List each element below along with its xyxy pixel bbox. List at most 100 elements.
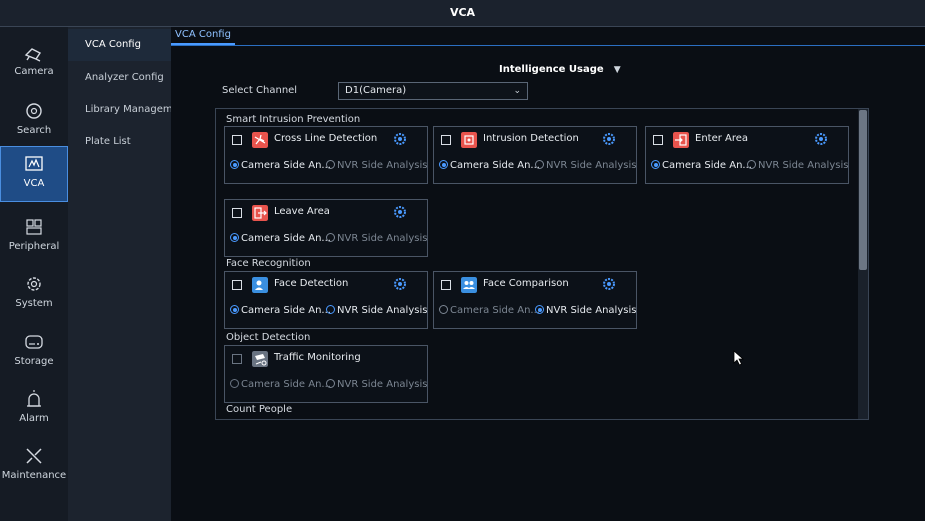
vca-icon [25,156,43,171]
face-comparison-camera-option[interactable]: Camera Side An... [439,305,540,316]
radio-icon [230,305,239,314]
nav-label-alarm: Alarm [19,413,49,424]
nav-item-alarm[interactable]: Alarm [0,382,68,438]
nav-item-peripheral[interactable]: Peripheral [0,210,68,266]
face-detection-name: Face Detection [274,278,349,289]
face-comparison-checkbox[interactable] [441,280,451,290]
feature-card-intrusion: Intrusion Detection Camera Side An... NV… [433,126,637,184]
window-title: VCA [0,0,925,27]
nav-label-search: Search [16,125,52,136]
face-detection-checkbox[interactable] [232,280,242,290]
camera-side-label: Camera Side An... [241,379,331,390]
scrollbar-thumb[interactable] [859,110,867,270]
camera-side-label: Camera Side An... [450,160,540,171]
chevron-down-icon: ⌄ [513,86,521,96]
face-detection-icon [252,277,268,293]
leave-area-camera-option[interactable]: Camera Side An... [230,233,331,244]
gear-icon[interactable] [602,132,616,146]
nvr-side-label: NVR Side Analysis [337,305,428,316]
face-detection-camera-option[interactable]: Camera Side An... [230,305,331,316]
feature-card-cross-line: Cross Line Detection Camera Side An... N… [224,126,428,184]
enter-area-name: Enter Area [695,133,749,144]
traffic-monitoring-checkbox[interactable] [232,354,242,364]
face-comparison-icon [461,277,477,293]
cross-line-checkbox[interactable] [232,135,242,145]
nav-label-maintenance: Maintenance [1,470,67,481]
nvr-side-label: NVR Side Analysis [337,160,428,171]
gear-icon[interactable] [393,205,407,219]
traffic-monitoring-icon [252,351,268,367]
chevron-down-icon: ▼ [613,65,621,75]
traffic-monitoring-name: Traffic Monitoring [274,352,361,363]
alarm-icon [27,390,41,407]
tab-vca-config[interactable]: VCA Config [171,27,235,45]
intrusion-checkbox[interactable] [441,135,451,145]
enter-area-checkbox[interactable] [653,135,663,145]
radio-icon [747,160,756,169]
cross-line-icon [252,132,268,148]
channel-select[interactable]: D1(Camera) ⌄ [338,82,528,100]
radio-icon [535,160,544,169]
nav-item-storage[interactable]: Storage [0,325,68,381]
radio-icon [326,160,335,169]
nav-item-camera[interactable]: Camera [0,35,68,91]
radio-icon [439,160,448,169]
search-icon [26,103,42,119]
radio-icon [230,233,239,242]
radio-icon [326,233,335,242]
enter-area-icon [673,132,689,148]
camera-side-label: Camera Side An... [241,160,331,171]
intrusion-icon [461,132,477,148]
nvr-side-label: NVR Side Analysis [337,233,428,244]
feature-card-face-detection: Face Detection Camera Side An... NVR Sid… [224,271,428,329]
subnav-item-plate-list[interactable]: Plate List [68,126,171,158]
section-count-people: Count People [226,404,293,415]
nav-label-system: System [15,298,53,309]
cross-line-nvr-option[interactable]: NVR Side Analysis [326,160,427,171]
main-nav: Camera Search VCA Peripheral System Stor… [0,27,68,521]
cross-line-camera-option[interactable]: Camera Side An... [230,160,331,171]
subnav-item-vca-config[interactable]: VCA Config [68,29,171,61]
intrusion-nvr-option[interactable]: NVR Side Analysis [535,160,636,171]
nav-item-maintenance[interactable]: Maintenance [0,439,68,495]
maintenance-icon [26,448,42,464]
camera-side-label: Camera Side An... [662,160,752,171]
nav-item-system[interactable]: System [0,267,68,323]
face-comparison-nvr-option[interactable]: NVR Side Analysis [535,305,636,316]
leave-area-checkbox[interactable] [232,208,242,218]
radio-icon [230,379,239,388]
intelligence-usage-toggle[interactable]: Intelligence Usage ▼ [499,64,621,75]
nav-item-search[interactable]: Search [0,94,68,150]
leave-area-name: Leave Area [274,206,330,217]
face-comparison-name: Face Comparison [483,278,569,289]
radio-icon [326,379,335,388]
sub-nav: VCA Config Analyzer Config Library Manag… [68,27,171,521]
gear-icon[interactable] [393,277,407,291]
radio-icon [651,160,660,169]
camera-icon [24,48,42,62]
gear-icon[interactable] [602,277,616,291]
gear-icon[interactable] [393,132,407,146]
camera-side-label: Camera Side An... [241,305,331,316]
enter-area-nvr-option[interactable]: NVR Side Analysis [747,160,848,171]
subnav-item-library-management[interactable]: Library Managem... [68,94,171,126]
feature-card-face-comparison: Face Comparison Camera Side An... NVR Si… [433,271,637,329]
gear-icon[interactable] [814,132,828,146]
radio-icon [230,160,239,169]
section-smart-intrusion: Smart Intrusion Prevention [226,114,361,125]
nvr-side-label: NVR Side Analysis [337,379,428,390]
traffic-nvr-option[interactable]: NVR Side Analysis [326,379,427,390]
intrusion-camera-option[interactable]: Camera Side An... [439,160,540,171]
storage-icon [25,335,43,349]
channel-select-value: D1(Camera) [345,85,407,96]
subnav-item-analyzer-config[interactable]: Analyzer Config [68,62,171,94]
mouse-cursor-icon [733,350,745,366]
leave-area-nvr-option[interactable]: NVR Side Analysis [326,233,427,244]
nvr-side-label: NVR Side Analysis [546,305,637,316]
radio-icon [326,305,335,314]
enter-area-camera-option[interactable]: Camera Side An... [651,160,752,171]
face-detection-nvr-option[interactable]: NVR Side Analysis [326,305,427,316]
traffic-camera-option[interactable]: Camera Side An... [230,379,331,390]
select-channel-label: Select Channel [222,85,298,96]
nav-item-vca[interactable]: VCA [0,146,68,202]
